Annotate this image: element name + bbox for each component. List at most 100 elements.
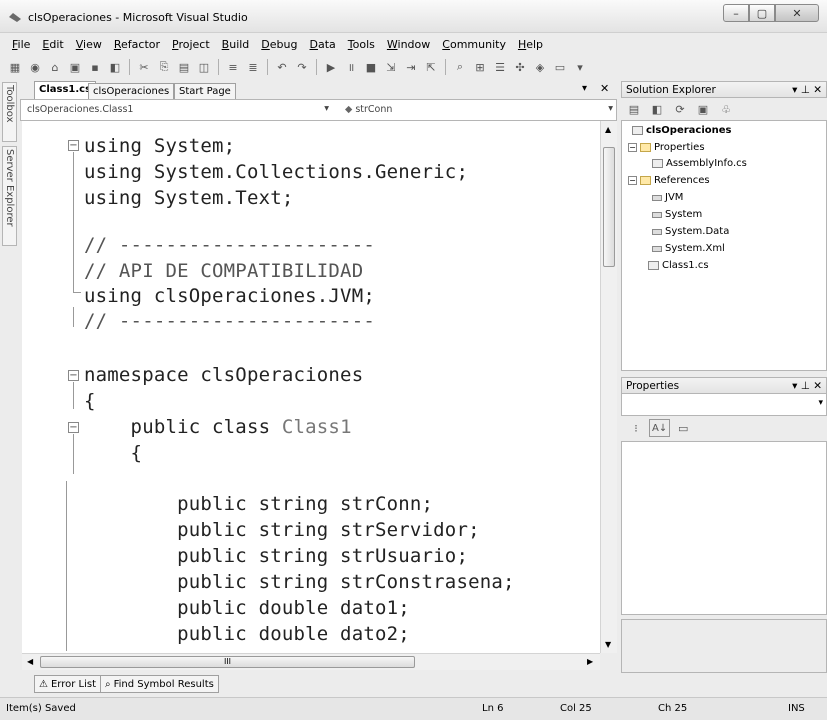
scroll-down-icon[interactable]: ▼	[605, 640, 611, 649]
solution-explorer-icon[interactable]: ⊞	[471, 58, 489, 76]
open-file-icon[interactable]: ⌂	[46, 58, 64, 76]
object-selector[interactable]: ▾	[621, 394, 827, 416]
scroll-thumb[interactable]	[603, 147, 615, 267]
scroll-left-icon[interactable]: ◀	[27, 657, 33, 666]
property-description	[621, 619, 827, 673]
member-combo[interactable]: ◆ strConn ▾	[341, 102, 615, 118]
comment-icon[interactable]: ≡	[224, 58, 242, 76]
tab-find-symbol-results[interactable]: ⌕ Find Symbol Results	[100, 675, 219, 693]
server-explorer-tab[interactable]: Server Explorer	[2, 146, 17, 246]
toolbox-tab-label: Toolbox	[4, 85, 15, 123]
menu-window[interactable]: Window	[381, 38, 436, 51]
tab-close-icon[interactable]: ✕	[600, 82, 609, 95]
solution-tree[interactable]: clsOperaciones − Properties AssemblyInfo…	[621, 120, 827, 371]
tab-error-list[interactable]: ⚠ Error List	[34, 675, 102, 693]
property-pages-icon[interactable]: ▭	[674, 419, 692, 437]
bottom-tool-tabs: ⚠ Error List ⌕ Find Symbol Results	[34, 675, 219, 693]
field-icon: ◆	[345, 104, 356, 115]
tree-item-ref-system[interactable]: System	[652, 209, 702, 220]
add-new-item-icon[interactable]: ▣	[66, 58, 84, 76]
code-line-1: using System;	[84, 135, 236, 157]
panel-pin-close-icon[interactable]: ▾ ⊥ ✕	[792, 380, 822, 392]
tab-dropdown-icon[interactable]: ▾	[582, 83, 587, 94]
step-over-icon[interactable]: ⇥	[402, 58, 420, 76]
tree-item-properties[interactable]: − Properties	[628, 142, 705, 153]
outline-collapse-icon[interactable]: −	[68, 370, 79, 381]
tab-class1-cs[interactable]: Class1.cs	[34, 81, 97, 99]
menu-refactor[interactable]: Refactor	[108, 38, 166, 51]
close-button[interactable]: ✕	[775, 4, 819, 22]
menu-data[interactable]: Data	[304, 38, 342, 51]
menu-help[interactable]: Help	[512, 38, 549, 51]
save-all-icon[interactable]: ◧	[106, 58, 124, 76]
find-icon[interactable]: ◫	[195, 58, 213, 76]
undo-icon[interactable]: ↶	[273, 58, 291, 76]
other-windows-icon[interactable]: ▭	[551, 58, 569, 76]
type-combo[interactable]: clsOperaciones.Class1 ▾	[23, 102, 331, 118]
outline-collapse-icon[interactable]: −	[68, 140, 79, 151]
toolbar-options-icon[interactable]: ▾	[571, 58, 589, 76]
cut-icon[interactable]: ✂	[135, 58, 153, 76]
new-project-icon[interactable]: ▦	[6, 58, 24, 76]
menu-build[interactable]: Build	[216, 38, 256, 51]
status-insert-mode: INS	[788, 703, 805, 714]
toolbar-separator	[445, 59, 446, 75]
member-combo-value: strConn	[355, 104, 393, 115]
chevron-down-icon: ▾	[324, 103, 329, 114]
window-title: clsOperaciones - Microsoft Visual Studio	[28, 11, 248, 24]
properties-icon[interactable]: ▤	[625, 100, 643, 118]
alphabetical-button[interactable]: A↓	[649, 419, 671, 437]
properties-window-icon[interactable]: ☰	[491, 58, 509, 76]
menu-community[interactable]: Community	[436, 38, 512, 51]
menu-view[interactable]: View	[70, 38, 108, 51]
maximize-button[interactable]: ▢	[749, 4, 775, 22]
editor-vertical-scrollbar[interactable]: ▲ ▼	[600, 121, 617, 653]
tab-clsoperaciones[interactable]: clsOperaciones	[88, 83, 175, 99]
horizontal-scroll-thumb[interactable]: III	[40, 656, 415, 668]
editor-horizontal-scrollbar[interactable]: ◀ III ▶	[22, 653, 600, 670]
tree-item-ref-system-xml[interactable]: System.Xml	[652, 243, 725, 254]
categorized-icon[interactable]: ⁝	[627, 419, 645, 437]
menu-edit[interactable]: Edit	[36, 38, 69, 51]
step-out-icon[interactable]: ⇱	[422, 58, 440, 76]
tree-item-ref-jvm[interactable]: JVM	[652, 192, 683, 203]
find-in-files-icon[interactable]: ⌕	[451, 58, 469, 76]
stop-icon[interactable]: ■	[362, 58, 380, 76]
menu-bar: File Edit View Refactor Project Build De…	[0, 33, 827, 55]
uncomment-icon[interactable]: ≣	[244, 58, 262, 76]
pause-icon[interactable]: ॥	[342, 58, 360, 76]
tree-item-project[interactable]: clsOperaciones	[632, 125, 732, 136]
view-code-icon[interactable]: ▣	[694, 100, 712, 118]
collapse-icon[interactable]: −	[628, 143, 637, 152]
panel-pin-close-icon[interactable]: ▾ ⊥ ✕	[792, 84, 822, 96]
save-icon[interactable]: ▪	[86, 58, 104, 76]
outline-collapse-icon[interactable]: −	[68, 422, 79, 433]
class-diagram-icon[interactable]: ♧	[717, 100, 735, 118]
scroll-right-icon[interactable]: ▶	[587, 657, 593, 666]
property-grid[interactable]	[621, 441, 827, 615]
toolbox-tab[interactable]: Toolbox	[2, 82, 17, 142]
menu-tools[interactable]: Tools	[342, 38, 381, 51]
minimize-button[interactable]: –	[723, 4, 749, 22]
toolbox-icon[interactable]: ✣	[511, 58, 529, 76]
scroll-up-icon[interactable]: ▲	[605, 125, 611, 134]
menu-file[interactable]: File	[6, 38, 36, 51]
tree-item-class1[interactable]: Class1.cs	[648, 260, 709, 271]
class-view-icon[interactable]: ◈	[531, 58, 549, 76]
step-into-icon[interactable]: ⇲	[382, 58, 400, 76]
redo-icon[interactable]: ↷	[293, 58, 311, 76]
code-editor[interactable]: − − − using System; using System.Collect…	[22, 121, 600, 653]
tree-item-references[interactable]: − References	[628, 175, 710, 186]
show-all-files-icon[interactable]: ◧	[648, 100, 666, 118]
tree-item-assemblyinfo[interactable]: AssemblyInfo.cs	[652, 158, 747, 169]
start-icon[interactable]: ▶	[322, 58, 340, 76]
menu-project[interactable]: Project	[166, 38, 216, 51]
paste-icon[interactable]: ▤	[175, 58, 193, 76]
menu-debug[interactable]: Debug	[255, 38, 303, 51]
add-item-icon[interactable]: ◉	[26, 58, 44, 76]
refresh-icon[interactable]: ⟳	[671, 100, 689, 118]
collapse-icon[interactable]: −	[628, 176, 637, 185]
tab-start-page[interactable]: Start Page	[174, 83, 236, 99]
copy-icon[interactable]: ⎘	[155, 58, 173, 76]
tree-item-ref-system-data[interactable]: System.Data	[652, 226, 729, 237]
